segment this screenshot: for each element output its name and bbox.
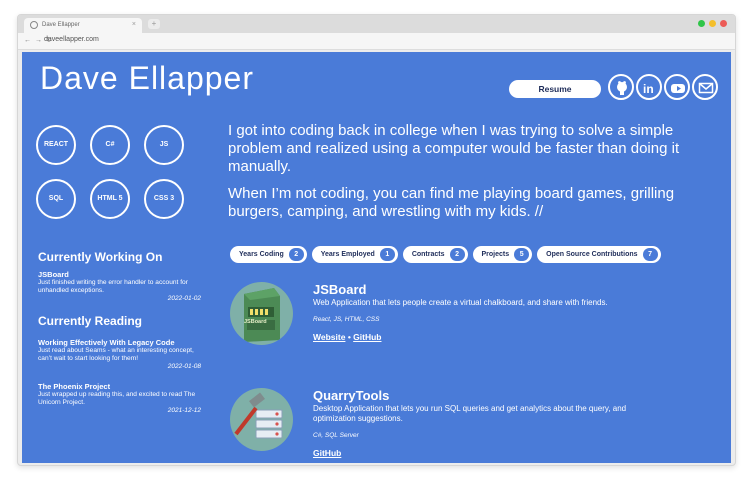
working-on-heading: Currently Working On	[38, 250, 163, 264]
project-tech: React, JS, HTML, CSS	[313, 316, 380, 323]
github-link[interactable]: GitHub	[313, 448, 341, 458]
skill-badge: SQL	[36, 179, 76, 219]
address-bar: ← → ↻ daveellapper.com	[18, 33, 735, 50]
stat-pill: Contracts 2	[402, 246, 468, 263]
project-card: JSBoard JSBoard Web Application that let…	[230, 282, 670, 374]
linkedin-icon[interactable]: in	[636, 74, 662, 100]
window-controls	[698, 20, 727, 27]
project-links: Website • GitHub	[313, 332, 663, 342]
skill-badge: JS	[144, 125, 184, 165]
github-link[interactable]: GitHub	[353, 332, 381, 342]
close-tab-icon[interactable]: ×	[132, 21, 136, 28]
stats-row: Years Coding 2 Years Employed 1 Contracts 2…	[230, 246, 661, 263]
project-body: JSBoard Web Application that lets people…	[313, 282, 663, 342]
minimize-button[interactable]	[709, 20, 716, 27]
skill-badge: REACT	[36, 125, 76, 165]
chalkboard-icon	[230, 282, 293, 345]
item-date: 2021-12-12	[167, 407, 201, 414]
link-separator: •	[347, 332, 351, 342]
item-text: Just wrapped up reading this, and excite…	[38, 391, 196, 406]
stat-label: Contracts	[411, 251, 445, 258]
project-card: QuarryTools Desktop Application that let…	[230, 388, 670, 463]
browser-tab[interactable]: Dave Ellapper ×	[24, 18, 142, 33]
stat-count: 7	[642, 248, 658, 261]
stat-pill: Years Employed 1	[311, 246, 398, 263]
project-title: QuarryTools	[313, 388, 390, 403]
project-title: JSBoard	[313, 282, 367, 297]
website-link[interactable]: Website	[313, 332, 345, 342]
database-tools-icon	[230, 388, 293, 451]
svg-text:in: in	[643, 82, 654, 96]
stat-count: 1	[379, 248, 395, 261]
close-window-button[interactable]	[720, 20, 727, 27]
working-on-item: JSBoard Just finished writing the error …	[38, 270, 203, 302]
stat-label: Years Employed	[320, 251, 375, 258]
project-tech: C#, SQL Server	[313, 432, 359, 439]
item-title: The Phoenix Project	[38, 382, 111, 391]
reading-heading: Currently Reading	[38, 314, 143, 328]
project-description: Desktop Application that lets you run SQ…	[313, 404, 627, 423]
stat-pill: Open Source Contributions 7	[537, 246, 661, 263]
github-icon[interactable]	[608, 74, 634, 100]
item-text: Just finished writing the error handler …	[38, 279, 188, 294]
stat-count: 2	[288, 248, 304, 261]
item-text: Just read about Seams - what an interest…	[38, 347, 194, 362]
tab-bar: Dave Ellapper × +	[18, 15, 735, 33]
stat-label: Open Source Contributions	[546, 251, 638, 258]
portfolio-page: Dave Ellapper Resume in REACT C# JS SQL …	[22, 52, 731, 463]
item-date: 2022-01-02	[167, 295, 201, 302]
skill-badge: C#	[90, 125, 130, 165]
item-title: Working Effectively With Legacy Code	[38, 338, 175, 347]
item-title: JSBoard	[38, 270, 69, 279]
thumb-label: JSBoard	[244, 319, 267, 325]
project-body: QuarryTools Desktop Application that let…	[313, 388, 663, 458]
intro-text: I got into coding back in college when I…	[228, 122, 698, 221]
resume-button[interactable]: Resume	[509, 80, 601, 98]
reading-item: Working Effectively With Legacy Code Jus…	[38, 338, 203, 370]
maximize-button[interactable]	[698, 20, 705, 27]
youtube-icon[interactable]	[664, 74, 690, 100]
stat-pill: Years Coding 2	[230, 246, 307, 263]
skill-badge: HTML 5	[90, 179, 130, 219]
intro-paragraph: I got into coding back in college when I…	[228, 122, 680, 175]
globe-icon	[30, 21, 38, 29]
page-title: Dave Ellapper	[40, 60, 254, 96]
stat-count: 5	[514, 248, 530, 261]
email-icon[interactable]	[692, 74, 718, 100]
stat-label: Years Coding	[239, 251, 284, 258]
sidebar: Currently Working On JSBoard Just finish…	[38, 250, 203, 414]
stat-pill: Projects 5	[472, 246, 533, 263]
item-date: 2022-01-08	[167, 363, 201, 370]
browser-window: Dave Ellapper × + ← → ↻ daveellapper.com…	[17, 14, 736, 466]
stat-label: Projects	[481, 251, 510, 258]
project-links: GitHub	[313, 448, 663, 458]
skill-badge: CSS 3	[144, 179, 184, 219]
tab-title: Dave Ellapper	[42, 22, 80, 28]
new-tab-button[interactable]: +	[148, 19, 160, 29]
stat-count: 2	[449, 248, 465, 261]
reading-item: The Phoenix Project Just wrapped up read…	[38, 382, 203, 414]
project-description: Web Application that lets people create …	[313, 298, 608, 307]
url-field[interactable]: daveellapper.com	[44, 36, 99, 43]
intro-paragraph: When I’m not coding, you can find me pla…	[228, 185, 675, 220]
